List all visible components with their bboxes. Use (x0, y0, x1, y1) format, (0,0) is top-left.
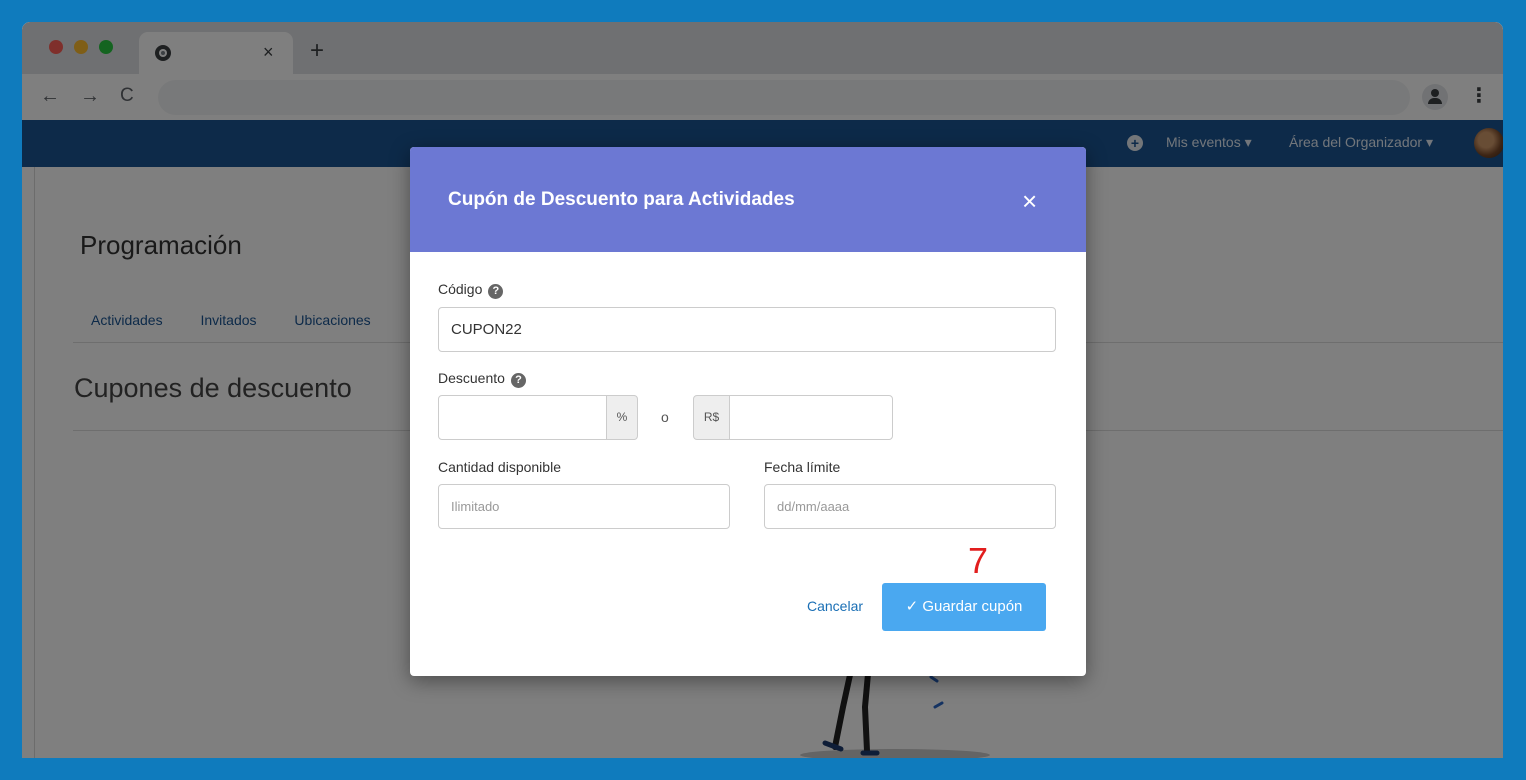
percent-addon: % (606, 395, 638, 440)
cantidad-label: Cantidad disponible (438, 459, 561, 475)
save-coupon-button[interactable]: ✓ Guardar cupón (882, 583, 1046, 631)
fecha-label: Fecha límite (764, 459, 841, 475)
codigo-label-text: Código (438, 281, 483, 297)
discount-percent-input[interactable] (438, 395, 608, 440)
or-text: o (661, 409, 669, 425)
descuento-label-text: Descuento (438, 370, 505, 386)
help-icon[interactable]: ? (510, 373, 526, 388)
cantidad-input[interactable]: Ilimitado (438, 484, 730, 529)
dialog-title: Cupón de Descuento para Actividades (448, 189, 795, 210)
help-icon[interactable]: ? (488, 284, 504, 299)
dialog-header: Cupón de Descuento para Actividades × (410, 147, 1086, 252)
codigo-label: Código? (438, 281, 504, 299)
coupon-dialog: Cupón de Descuento para Actividades × Có… (410, 147, 1086, 676)
descuento-label: Descuento? (438, 370, 526, 388)
step-number-annotation: 7 (968, 540, 989, 581)
codigo-input[interactable]: CUPON22 (438, 307, 1056, 352)
cancel-link[interactable]: Cancelar (807, 598, 863, 614)
currency-addon: R$ (693, 395, 730, 440)
fecha-input[interactable]: dd/mm/aaaa (764, 484, 1056, 529)
close-icon[interactable]: × (1022, 188, 1037, 214)
browser-window: × + ← → C ☆ ⋮ + Mis eventos ▾ Área del O… (22, 22, 1503, 758)
discount-amount-input[interactable] (729, 395, 893, 440)
